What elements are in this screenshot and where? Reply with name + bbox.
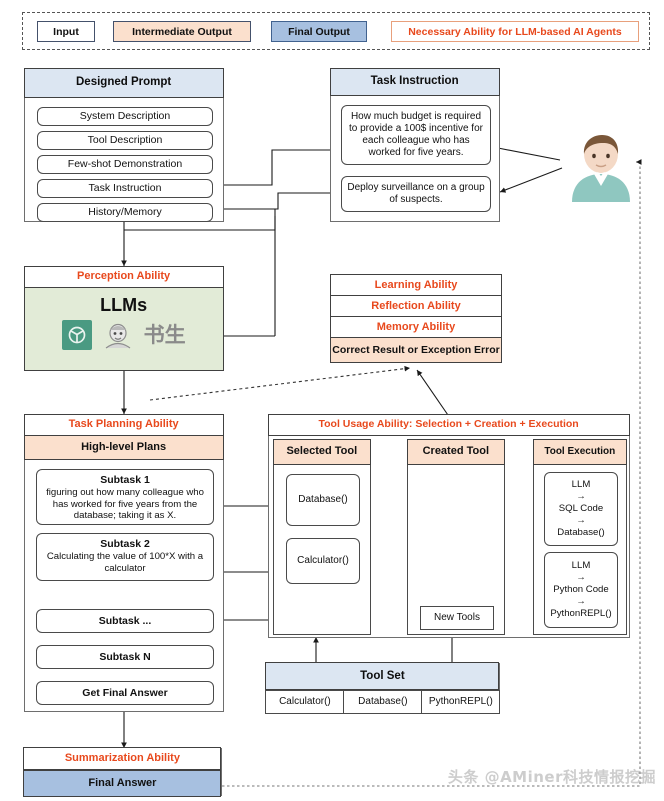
subtask-1[interactable]: Subtask 1 figuring out how many colleagu… xyxy=(36,469,214,525)
legend-label: Intermediate Output xyxy=(132,25,232,38)
task-instruction-item-budget[interactable]: How much budget is required to provide a… xyxy=(341,105,491,165)
selected-tool-column: Selected Tool Database() Calculator() xyxy=(272,438,371,635)
prompt-item-tool-description[interactable]: Tool Description xyxy=(37,131,213,150)
tool-set-database[interactable]: Database() xyxy=(343,690,423,714)
legend-label: Input xyxy=(53,25,79,38)
high-level-plans-subtitle: High-level Plans xyxy=(23,435,224,460)
watermark: 头条 @AMiner科技情报挖掘 xyxy=(447,768,656,786)
openai-logo xyxy=(61,320,92,351)
user-avatar xyxy=(570,124,632,202)
legend-item-final-output: Final Output xyxy=(271,21,367,42)
abilities-panel: Learning Ability Reflection Ability Memo… xyxy=(330,274,502,366)
created-tool-header: Created Tool xyxy=(406,438,505,465)
tool-set-title: Tool Set xyxy=(265,662,500,691)
designed-prompt-panel: Designed Prompt System Description Tool … xyxy=(23,67,224,222)
prompt-item-task-instruction[interactable]: Task Instruction xyxy=(37,179,213,198)
shusheng-logo-text: 书生 xyxy=(143,322,186,347)
subtask-1-body: figuring out how many colleague who has … xyxy=(46,487,204,522)
tool-set-panel: Tool Set Calculator() Database() PythonR… xyxy=(265,662,501,714)
legend-item-input: Input xyxy=(37,21,95,42)
tool-set-calculator[interactable]: Calculator() xyxy=(265,690,345,714)
tool-usage-panel: Tool Usage Ability: Selection + Creation… xyxy=(267,413,630,638)
legend-label: Final Output xyxy=(288,25,350,38)
tool-execution-column: Tool Execution LLM → SQL Code → Database… xyxy=(532,438,627,635)
selected-tool-database[interactable]: Database() xyxy=(286,474,360,526)
get-final-answer[interactable]: Get Final Answer xyxy=(36,681,214,705)
subtask-2-title: Subtask 2 xyxy=(100,538,150,550)
subtask-n[interactable]: Subtask N xyxy=(36,645,214,669)
legend-item-necessary-ability: Necessary Ability for LLM-based AI Agent… xyxy=(391,21,639,42)
task-instruction-panel: Task Instruction How much budget is requ… xyxy=(329,67,500,222)
legend-label: Necessary Ability for LLM-based AI Agent… xyxy=(408,25,622,38)
summarization-panel: Summarization Ability Final Answer xyxy=(23,747,222,797)
subtask-2-body: Calculating the value of 100*X with a ca… xyxy=(46,551,204,574)
reflection-ability-row: Reflection Ability xyxy=(330,295,502,317)
internlm-mascot-icon xyxy=(105,324,130,349)
perception-ability-title: Perception Ability xyxy=(23,265,224,288)
prompt-item-few-shot-demonstration[interactable]: Few-shot Demonstration xyxy=(37,155,213,174)
final-answer-box: Final Answer xyxy=(23,770,222,797)
tool-execution-sql-flow[interactable]: LLM → SQL Code → Database() xyxy=(544,472,618,546)
llms-label: LLMs xyxy=(100,295,148,315)
selected-tool-header: Selected Tool xyxy=(272,438,371,465)
subtask-2[interactable]: Subtask 2 Calculating the value of 100*X… xyxy=(36,533,214,581)
tool-set-pythonrepl[interactable]: PythonREPL() xyxy=(421,690,501,714)
diagram-canvas: Input Intermediate Output Final Output N… xyxy=(0,0,664,801)
designed-prompt-title: Designed Prompt xyxy=(23,67,224,98)
task-instruction-title: Task Instruction xyxy=(329,67,500,96)
created-tool-new-tools[interactable]: New Tools xyxy=(420,606,494,630)
tool-usage-title: Tool Usage Ability: Selection + Creation… xyxy=(267,413,630,436)
memory-ability-row: Memory Ability xyxy=(330,316,502,338)
prompt-item-system-description[interactable]: System Description xyxy=(37,107,213,126)
legend: Input Intermediate Output Final Output N… xyxy=(22,12,650,50)
tool-execution-header: Tool Execution xyxy=(532,438,627,465)
perception-ability-panel: Perception Ability LLMs 书生 xyxy=(23,265,224,371)
prompt-item-history-memory[interactable]: History/Memory xyxy=(37,203,213,222)
correct-result-or-exception-error: Correct Result or Exception Error xyxy=(330,337,502,363)
legend-item-intermediate-output: Intermediate Output xyxy=(113,21,251,42)
subtask-ellipsis[interactable]: Subtask ... xyxy=(36,609,214,633)
llms-box: LLMs 书生 xyxy=(23,287,224,371)
task-instruction-item-surveillance[interactable]: Deploy surveillance on a group of suspec… xyxy=(341,176,491,212)
learning-ability-row: Learning Ability xyxy=(330,274,502,296)
task-planning-panel: Task Planning Ability High-level Plans S… xyxy=(23,413,224,712)
task-planning-title: Task Planning Ability xyxy=(23,413,224,436)
selected-tool-calculator[interactable]: Calculator() xyxy=(286,538,360,584)
tool-execution-python-flow[interactable]: LLM → Python Code → PythonREPL() xyxy=(544,552,618,628)
created-tool-column: Created Tool New Tools xyxy=(406,438,505,635)
subtask-1-title: Subtask 1 xyxy=(100,474,150,486)
summarization-ability-title: Summarization Ability xyxy=(23,747,222,771)
